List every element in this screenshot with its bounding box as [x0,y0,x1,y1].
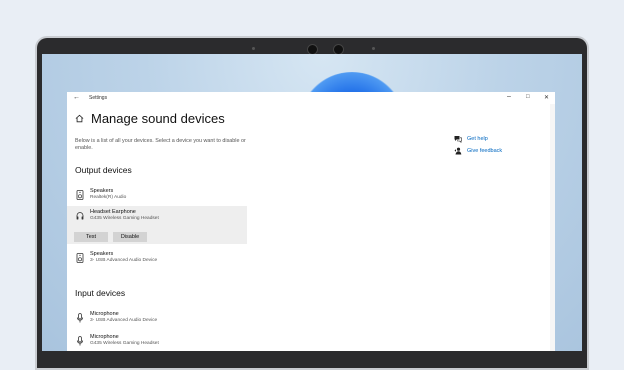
input-devices-heading: Input devices [75,288,126,298]
device-name: Microphone [90,334,119,340]
give-feedback-link[interactable]: Give feedback [467,148,502,154]
microphone-icon [76,336,84,346]
output-device-item-selected[interactable]: Headset Earphone G435 Wireless Gaming He… [67,206,247,244]
device-driver: G435 Wireless Gaming Headset [90,216,159,221]
headset-icon [76,212,84,220]
sensor-dot [372,47,375,50]
disable-button[interactable]: Disable [113,232,147,242]
output-device-item[interactable]: Speakers Realtek(R) Audio [67,185,247,207]
close-button[interactable]: ✕ [544,94,549,101]
test-button[interactable]: Test [74,232,108,242]
device-driver: 3- USB Advanced Audio Device [90,318,158,323]
device-name: Speakers [90,251,114,257]
output-devices-heading: Output devices [75,165,132,175]
window-title: Settings [89,95,108,101]
microphone-icon [76,313,84,323]
device-driver: 3- USB Advanced Audio Device [90,258,158,263]
device-name: Microphone [90,311,119,317]
settings-window: ← Settings – □ ✕ Manage sound devices Be… [67,92,555,351]
help-chat-icon [454,136,462,143]
output-device-item[interactable]: Speakers 3- USB Advanced Audio Device [67,248,247,270]
scrollbar[interactable] [550,104,555,351]
device-name: Headset Earphone [90,209,136,215]
minimize-button[interactable]: – [507,93,511,100]
device-driver: Realtek(R) Audio [90,195,127,200]
back-arrow-icon[interactable]: ← [73,94,80,101]
home-icon[interactable] [75,114,84,123]
speaker-icon [76,190,84,200]
device-name: Speakers [90,188,114,194]
speaker-icon [76,253,84,263]
maximize-button[interactable]: □ [526,94,530,100]
device-driver: G435 Wireless Gaming Headset [90,341,159,346]
input-device-item[interactable]: Microphone G435 Wireless Gaming Headset [67,331,247,353]
sensor-dot [252,47,255,50]
get-help-link[interactable]: Get help [467,136,488,142]
input-device-item[interactable]: Microphone 3- USB Advanced Audio Device [67,308,247,330]
page-intro: Below is a list of all your devices. Sel… [75,138,246,151]
feedback-icon [454,147,462,155]
title-bar: ← Settings – □ ✕ [67,92,555,104]
page-title: Manage sound devices [91,111,225,126]
